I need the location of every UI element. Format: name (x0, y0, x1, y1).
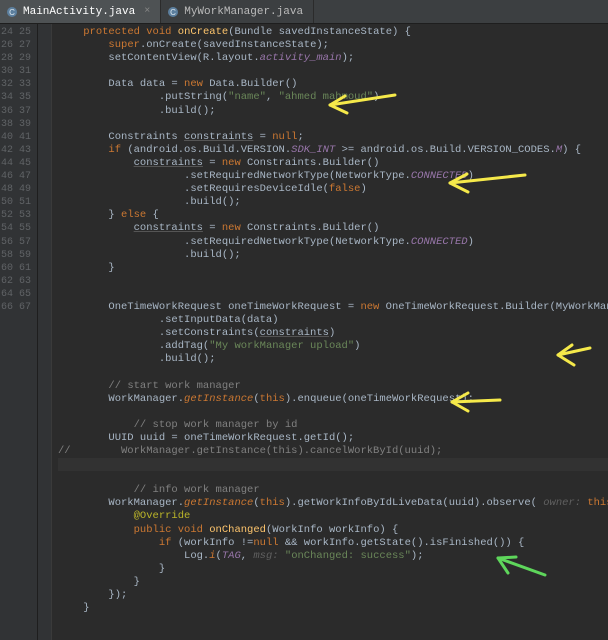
editor-tabs: C MainActivity.java × C MyWorkManager.ja… (0, 0, 608, 24)
tab-main-activity[interactable]: C MainActivity.java × (0, 0, 161, 23)
close-icon[interactable]: × (144, 6, 150, 17)
tab-label: MyWorkManager.java (184, 6, 303, 18)
line-numbers-gutter: 24 25 26 27 28 29 30 31 32 33 34 35 36 3… (0, 24, 38, 640)
svg-text:C: C (170, 8, 176, 17)
code-area[interactable]: protected void onCreate(Bundle savedInst… (52, 24, 608, 640)
java-class-icon: C (6, 6, 18, 18)
tab-label: MainActivity.java (23, 6, 135, 18)
fold-gutter (38, 24, 52, 640)
code-editor[interactable]: 24 25 26 27 28 29 30 31 32 33 34 35 36 3… (0, 24, 608, 640)
tab-my-work-manager[interactable]: C MyWorkManager.java (161, 0, 314, 23)
svg-text:C: C (9, 8, 15, 17)
java-class-icon: C (167, 6, 179, 18)
